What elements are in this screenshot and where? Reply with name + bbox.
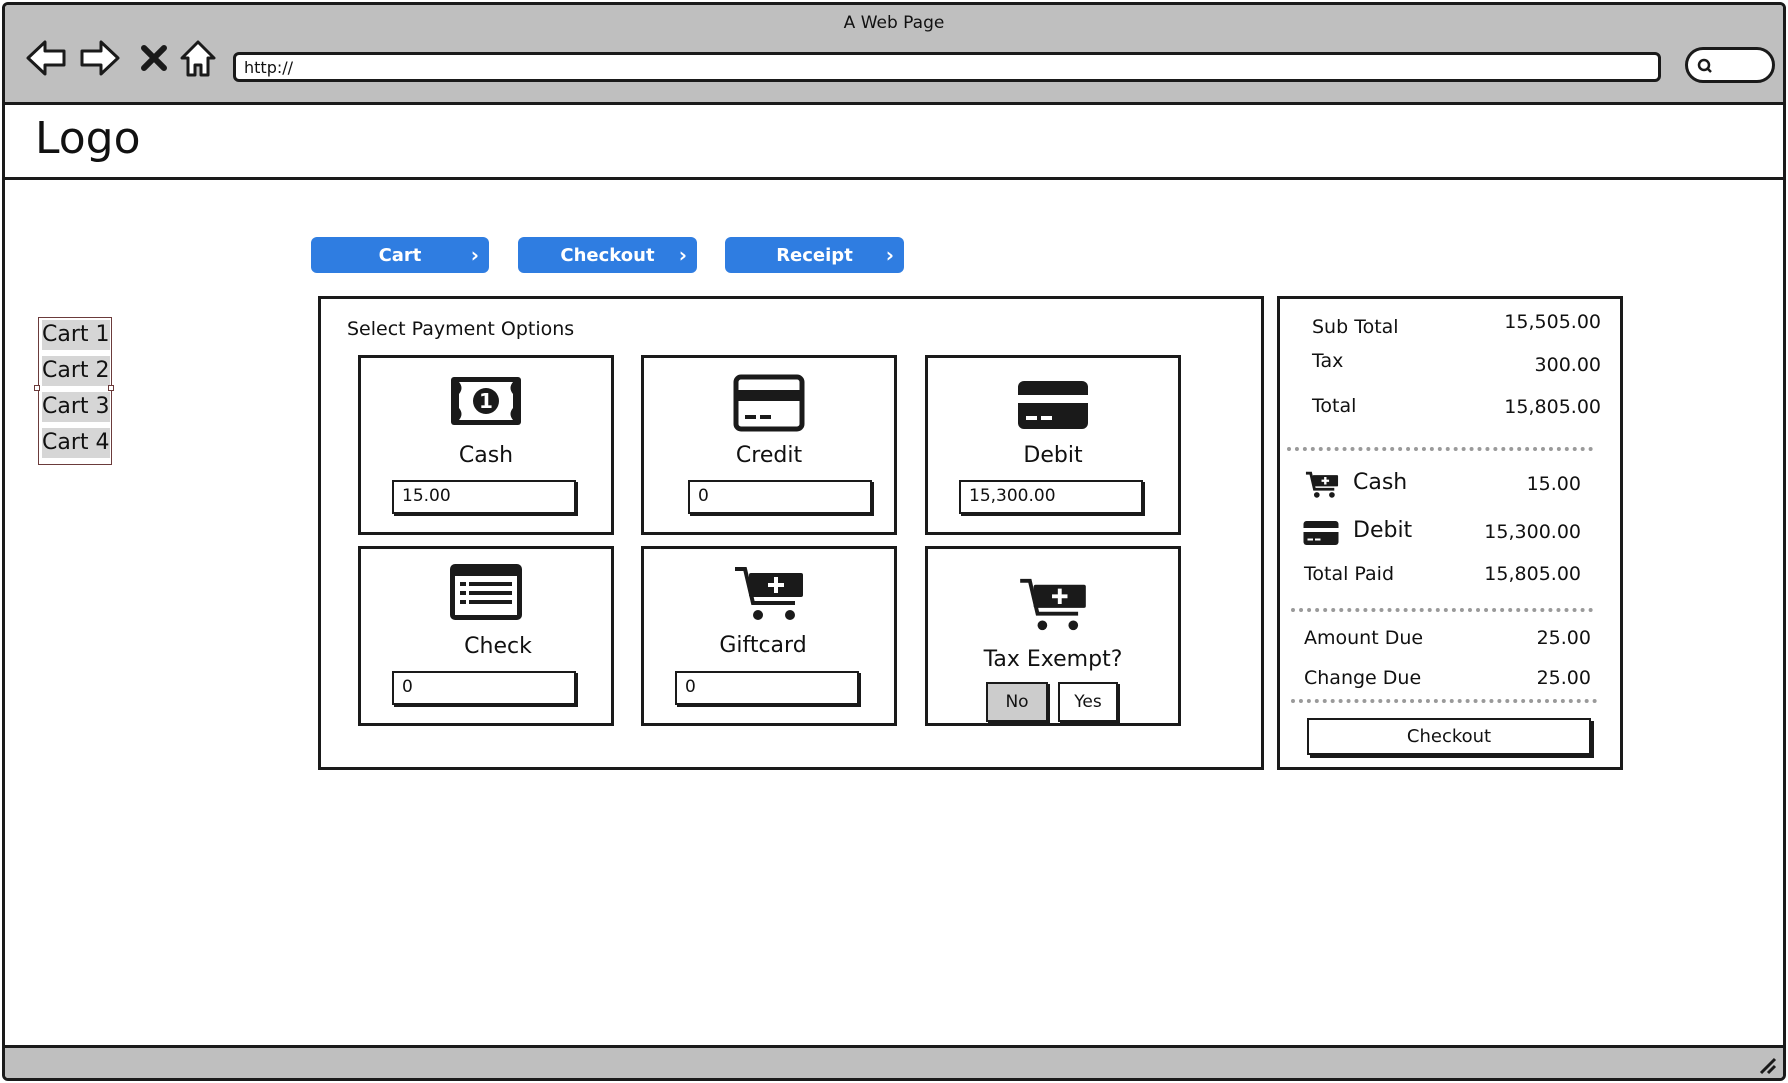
tax-value: 300.00	[1534, 354, 1601, 376]
cart-plus-icon	[644, 565, 894, 623]
payment-option-label: Giftcard	[719, 633, 807, 658]
payment-card-giftcard: Giftcard 0	[641, 546, 897, 726]
cart-plus-icon	[1305, 470, 1339, 504]
credit-card-icon	[644, 374, 894, 432]
logo: Logo	[35, 113, 141, 164]
tax-exempt-card: Tax Exempt? No Yes	[925, 546, 1181, 726]
status-bar	[5, 1045, 1783, 1078]
resize-handle[interactable]	[108, 385, 114, 391]
home-icon[interactable]	[177, 37, 219, 79]
check-amount-input[interactable]: 0	[392, 671, 576, 705]
total-value: 15,805.00	[1504, 396, 1601, 418]
divider	[1291, 608, 1593, 612]
debit-amount-input[interactable]: 15,300.00	[959, 480, 1143, 514]
cart-item[interactable]: Cart 4	[42, 428, 110, 458]
total-paid-label: Total Paid	[1304, 563, 1394, 585]
paid-debit-value: 15,300.00	[1484, 521, 1581, 543]
credit-amount-input[interactable]: 0	[688, 480, 872, 514]
divider	[1291, 699, 1597, 703]
payment-options-title: Select Payment Options	[347, 318, 575, 340]
payment-option-label: Check	[464, 634, 532, 659]
back-icon[interactable]	[25, 37, 67, 79]
step-label: Cart	[378, 244, 422, 266]
sub-total-label: Sub Total	[1312, 316, 1399, 338]
total-label: Total	[1312, 395, 1357, 417]
step-cart-button[interactable]: Cart ›	[311, 237, 489, 273]
step-label: Checkout	[560, 244, 655, 266]
cart-item[interactable]: Cart 1	[42, 320, 110, 350]
window-resize-icon[interactable]	[1757, 1055, 1779, 1078]
total-paid-value: 15,805.00	[1484, 563, 1581, 585]
chevron-right-icon: ›	[470, 243, 479, 267]
payment-option-label: Cash	[458, 443, 514, 468]
window-title: A Web Page	[843, 13, 945, 33]
check-icon	[361, 563, 611, 621]
payment-option-label: Debit	[1023, 443, 1083, 468]
payment-card-check: Check 0	[358, 546, 614, 726]
payment-card-cash: 1 Cash 15.00	[358, 355, 614, 535]
paid-cash-label: Cash	[1353, 470, 1408, 495]
step-label: Receipt	[776, 244, 853, 266]
browser-search-field[interactable]	[1685, 47, 1775, 83]
debit-card-icon	[928, 380, 1178, 430]
debit-card-icon	[1303, 520, 1339, 550]
checkout-button[interactable]: Checkout	[1307, 718, 1591, 755]
resize-handle[interactable]	[34, 385, 40, 391]
tax-label: Tax	[1312, 350, 1344, 372]
tax-exempt-label: Tax Exempt?	[983, 647, 1123, 672]
paid-cash-value: 15.00	[1526, 473, 1581, 495]
paid-debit-label: Debit	[1353, 518, 1413, 543]
browser-window: A Web Page http:// Logo Cart 1 Cart 2 Ca…	[2, 2, 1786, 1081]
tax-exempt-yes-button[interactable]: Yes	[1058, 682, 1118, 722]
cart-plus-icon	[928, 577, 1178, 633]
change-due-value: 25.00	[1536, 667, 1591, 689]
chevron-right-icon: ›	[678, 243, 687, 267]
step-checkout-button[interactable]: Checkout ›	[518, 237, 697, 273]
site-header	[5, 108, 1783, 180]
giftcard-amount-input[interactable]: 0	[675, 671, 859, 705]
step-receipt-button[interactable]: Receipt ›	[725, 237, 904, 273]
change-due-label: Change Due	[1304, 667, 1422, 689]
cart-item[interactable]: Cart 3	[42, 392, 110, 422]
cash-icon: 1	[361, 376, 611, 426]
chevron-right-icon: ›	[885, 243, 894, 267]
cash-amount-input[interactable]: 15.00	[392, 480, 576, 514]
search-icon	[1697, 58, 1712, 73]
cart-list: Cart 1 Cart 2 Cart 3 Cart 4	[38, 317, 112, 465]
sub-total-value: 15,505.00	[1504, 311, 1601, 333]
payment-card-debit: Debit 15,300.00	[925, 355, 1181, 535]
divider	[1287, 447, 1593, 451]
address-bar[interactable]: http://	[233, 52, 1661, 82]
amount-due-label: Amount Due	[1304, 627, 1424, 649]
svg-text:1: 1	[479, 389, 493, 413]
payment-option-label: Credit	[735, 443, 803, 468]
stop-icon[interactable]	[133, 37, 175, 79]
tax-exempt-no-button[interactable]: No	[986, 682, 1048, 722]
forward-icon[interactable]	[79, 37, 121, 79]
amount-due-value: 25.00	[1536, 627, 1591, 649]
payment-card-credit: Credit 0	[641, 355, 897, 535]
cart-item[interactable]: Cart 2	[42, 356, 110, 386]
